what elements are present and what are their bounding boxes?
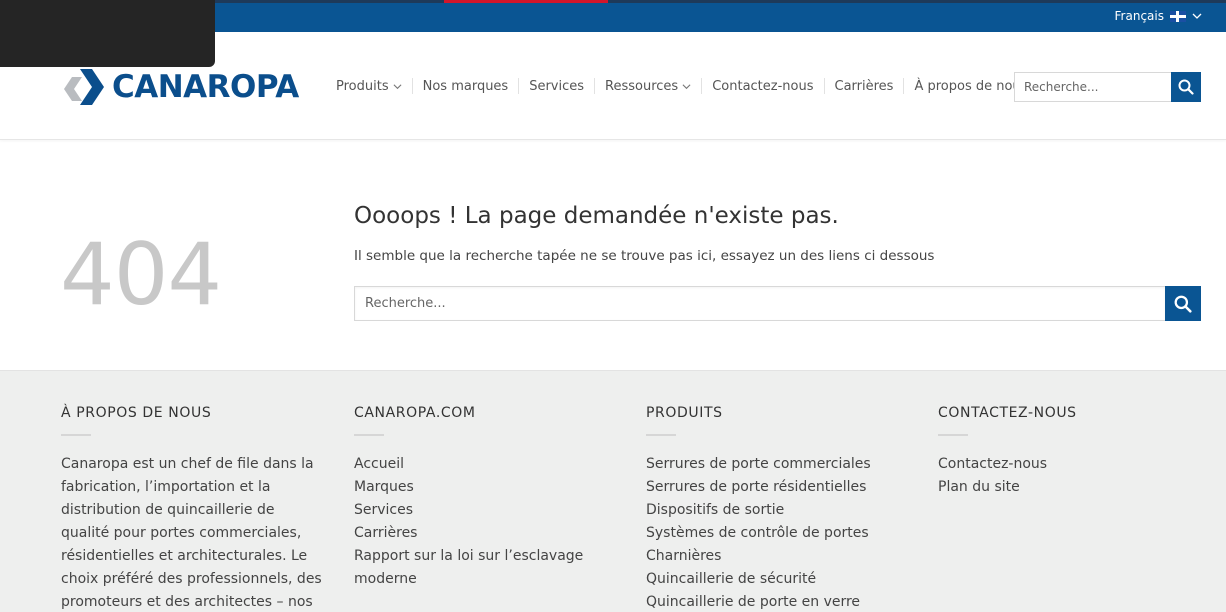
- header-search-input[interactable]: [1014, 72, 1171, 102]
- main-search-input[interactable]: [354, 286, 1165, 321]
- main-nav: Produits Nos marques Services Ressources…: [336, 78, 1037, 94]
- footer-products: PRODUITS Serrures de porte commerciales …: [646, 405, 911, 612]
- nav-item-services[interactable]: Services: [519, 78, 596, 94]
- main-search-button[interactable]: [1165, 286, 1201, 321]
- chevron-down-icon: [1192, 13, 1202, 19]
- footer-link[interactable]: Systèmes de contrôle de portes: [646, 522, 911, 545]
- footer-link[interactable]: Rapport sur la loi sur l’esclavage moder…: [354, 545, 594, 591]
- logo-mark-icon: [64, 69, 104, 105]
- top-bar-accent: [444, 0, 608, 3]
- footer-about-text: Canaropa est un chef de file dans la fab…: [61, 456, 322, 610]
- language-label: Français: [1114, 9, 1164, 23]
- nav-label: Nos marques: [422, 78, 509, 94]
- site-footer: À PROPOS DE NOUS Canaropa est un chef de…: [0, 370, 1226, 612]
- footer-heading: À PROPOS DE NOUS: [61, 405, 212, 421]
- search-icon: [1174, 295, 1192, 313]
- error-message: Il semble que la recherche tapée ne se t…: [354, 248, 935, 264]
- chevron-down-icon: [393, 83, 402, 89]
- footer-divider: [938, 434, 968, 436]
- footer-link[interactable]: Contactez-nous: [938, 453, 1203, 476]
- logo-text: CANAROPA: [112, 69, 299, 105]
- footer-link[interactable]: Services: [354, 499, 594, 522]
- footer-link[interactable]: Quincaillerie de sécurité: [646, 568, 911, 591]
- footer-link[interactable]: Marques: [354, 476, 594, 499]
- footer-heading: PRODUITS: [646, 405, 723, 421]
- footer-link[interactable]: Carrières: [354, 522, 594, 545]
- nav-label: Carrières: [834, 78, 894, 94]
- nav-label: À propos de nous: [914, 78, 1028, 94]
- quebec-flag-icon: [1170, 10, 1186, 22]
- nav-item-carrieres[interactable]: Carrières: [825, 78, 905, 94]
- header-search-button[interactable]: [1171, 72, 1201, 102]
- footer-heading: CANAROPA.COM: [354, 405, 476, 421]
- footer-link[interactable]: Plan du site: [938, 476, 1203, 499]
- header-search: [1014, 72, 1201, 102]
- footer-heading: CONTACTEZ-NOUS: [938, 405, 1077, 421]
- footer-site: CANAROPA.COM Accueil Marques Services Ca…: [354, 405, 594, 591]
- nav-label: Ressources: [605, 78, 679, 94]
- footer-link[interactable]: Accueil: [354, 453, 594, 476]
- nav-label: Produits: [336, 78, 389, 94]
- nav-item-contactez-nous[interactable]: Contactez-nous: [702, 78, 825, 94]
- logo[interactable]: CANAROPA: [62, 67, 299, 107]
- footer-link[interactable]: Quincaillerie de porte en verre: [646, 591, 911, 612]
- chevron-down-icon: [682, 83, 691, 89]
- nav-item-produits[interactable]: Produits: [336, 78, 413, 94]
- footer-divider: [646, 434, 676, 436]
- main-search: [354, 286, 1201, 321]
- footer-divider: [354, 434, 384, 436]
- footer-divider: [61, 434, 91, 436]
- error-title: Oooops ! La page demandée n'existe pas.: [354, 203, 839, 229]
- footer-contact: CONTACTEZ-NOUS Contactez-nous Plan du si…: [938, 405, 1203, 499]
- footer-about: À PROPOS DE NOUS Canaropa est un chef de…: [61, 405, 326, 612]
- language-switcher[interactable]: Français: [1115, 9, 1202, 23]
- nav-label: Services: [529, 78, 585, 94]
- overlay-box: [0, 0, 215, 67]
- footer-link[interactable]: Charnières: [646, 545, 911, 568]
- footer-link[interactable]: Serrures de porte commerciales: [646, 453, 911, 476]
- footer-link[interactable]: Dispositifs de sortie: [646, 499, 911, 522]
- nav-label: Contactez-nous: [712, 78, 814, 94]
- nav-item-nos-marques[interactable]: Nos marques: [413, 78, 520, 94]
- error-code: 404: [60, 225, 222, 325]
- nav-item-ressources[interactable]: Ressources: [595, 78, 703, 94]
- search-icon: [1178, 79, 1194, 95]
- footer-link[interactable]: Serrures de porte résidentielles: [646, 476, 911, 499]
